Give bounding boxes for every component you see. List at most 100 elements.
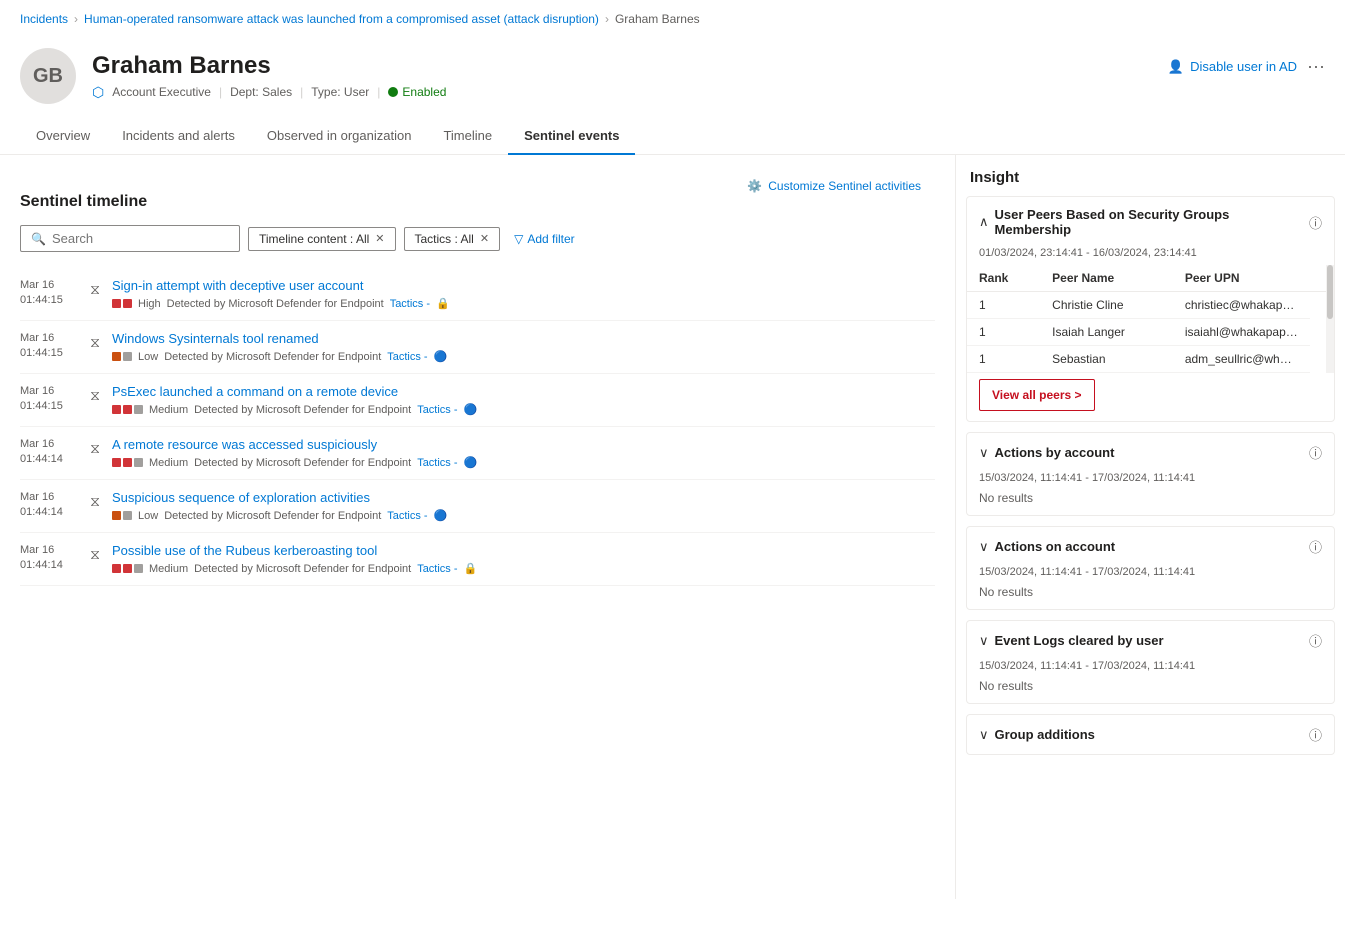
enabled-dot-icon — [388, 87, 398, 97]
org-icon: ⬡ — [92, 84, 104, 101]
table-row: Mar 1601:44:15 ⧖ Windows Sysinternals to… — [20, 321, 935, 374]
severity-label: Medium — [149, 563, 188, 575]
insight-card-actions-by-account-header[interactable]: ∨ Actions by account ⓘ — [967, 433, 1334, 472]
filter-chip-timeline[interactable]: Timeline content : All ✕ — [248, 227, 396, 251]
event-title[interactable]: Windows Sysinternals tool renamed — [112, 331, 935, 346]
col-peer-name: Peer Name — [1040, 265, 1173, 292]
alert-icon: 🔵 — [434, 350, 448, 363]
table-row: Mar 1601:44:14 ⧖ Possible use of the Rub… — [20, 533, 935, 586]
insight-panel: Insight ∧ User Peers Based on Security G… — [956, 155, 1345, 755]
tactics-link[interactable]: Tactics - — [417, 404, 457, 416]
event-title[interactable]: Possible use of the Rubeus kerberoasting… — [112, 543, 935, 558]
info-icon[interactable]: ⓘ — [1309, 537, 1322, 556]
info-icon[interactable]: ⓘ — [1309, 213, 1322, 232]
table-row: Mar 1601:44:15 ⧖ Sign-in attempt with de… — [20, 268, 935, 321]
event-icon: ⧖ — [86, 492, 104, 510]
insight-card-user-peers-date: 01/03/2024, 23:14:41 - 16/03/2024, 23:14… — [967, 247, 1334, 265]
user-role: Account Executive — [112, 85, 211, 99]
disable-user-icon: 👤 — [1168, 59, 1184, 75]
info-icon[interactable]: ⓘ — [1309, 443, 1322, 462]
severity-label: Medium — [149, 457, 188, 469]
customize-bar: ⚙️ Customize Sentinel activities — [20, 171, 935, 193]
filters-row: 🔍 Timeline content : All ✕ Tactics : All… — [20, 225, 935, 252]
search-box[interactable]: 🔍 — [20, 225, 240, 252]
add-filter-button[interactable]: ▽ Add filter — [508, 228, 581, 250]
filter-timeline-label: Timeline content : All — [259, 232, 369, 246]
tactics-link[interactable]: Tactics - — [417, 563, 457, 575]
tab-sentinel-events[interactable]: Sentinel events — [508, 118, 635, 155]
tactics-link[interactable]: Tactics - — [387, 351, 427, 363]
insight-card-user-peers-title: User Peers Based on Security Groups Memb… — [995, 207, 1303, 237]
filter-timeline-clear-icon[interactable]: ✕ — [375, 232, 384, 245]
event-title[interactable]: Sign-in attempt with deceptive user acco… — [112, 278, 935, 293]
breadcrumb-incident-title[interactable]: Human-operated ransomware attack was lau… — [84, 12, 599, 26]
event-title[interactable]: PsExec launched a command on a remote de… — [112, 384, 935, 399]
insight-card-actions-on-account-header[interactable]: ∨ Actions on account ⓘ — [967, 527, 1334, 566]
info-icon[interactable]: ⓘ — [1309, 631, 1322, 650]
insight-card-actions-by-account-date: 15/03/2024, 11:14:41 - 17/03/2024, 11:14… — [967, 472, 1334, 490]
event-title[interactable]: Suspicious sequence of exploration activ… — [112, 490, 935, 505]
alert-icon: 🔵 — [434, 509, 448, 522]
detected-by: Detected by Microsoft Defender for Endpo… — [164, 351, 381, 363]
tab-observed-org[interactable]: Observed in organization — [251, 118, 428, 155]
table-row: Mar 1601:44:14 ⧖ Suspicious sequence of … — [20, 480, 935, 533]
user-type: Type: User — [311, 85, 369, 99]
insight-card-user-peers-header[interactable]: ∧ User Peers Based on Security Groups Me… — [967, 197, 1334, 247]
scrollbar-thumb[interactable] — [1327, 265, 1333, 319]
table-row: Mar 1601:44:14 ⧖ A remote resource was a… — [20, 427, 935, 480]
breadcrumb: Incidents › Human-operated ransomware at… — [0, 0, 1345, 38]
scrollbar-track — [1326, 265, 1334, 373]
detected-by: Detected by Microsoft Defender for Endpo… — [194, 457, 411, 469]
tactics-link[interactable]: Tactics - — [387, 510, 427, 522]
alert-icon: 🔵 — [464, 403, 478, 416]
event-title[interactable]: A remote resource was accessed suspiciou… — [112, 437, 935, 452]
severity-label: Low — [138, 351, 158, 363]
left-panel: ⚙️ Customize Sentinel activities Sentine… — [0, 155, 955, 899]
tab-timeline[interactable]: Timeline — [427, 118, 508, 155]
alert-icon: 🔒 — [436, 297, 450, 310]
event-icon: ⧖ — [86, 280, 104, 298]
insight-card-actions-on-account-date: 15/03/2024, 11:14:41 - 17/03/2024, 11:14… — [967, 566, 1334, 584]
insight-card-actions-on-account: ∨ Actions on account ⓘ 15/03/2024, 11:14… — [966, 526, 1335, 610]
filter-chip-tactics[interactable]: Tactics : All ✕ — [404, 227, 501, 251]
insight-card-actions-by-account-title: Actions by account — [995, 445, 1303, 460]
tactics-link[interactable]: Tactics - — [390, 298, 430, 310]
tab-overview[interactable]: Overview — [20, 118, 106, 155]
chevron-up-icon: ∧ — [979, 214, 989, 230]
peers-table-container: Rank Peer Name Peer UPN 1 Christie Cline… — [967, 265, 1334, 373]
event-date: Mar 1601:44:15 — [20, 384, 78, 415]
event-date: Mar 1601:44:14 — [20, 543, 78, 574]
search-input[interactable] — [52, 231, 229, 246]
chevron-down-icon: ∨ — [979, 727, 989, 743]
col-rank: Rank — [967, 265, 1040, 292]
tab-incidents-alerts[interactable]: Incidents and alerts — [106, 118, 251, 155]
alert-icon: 🔒 — [464, 562, 478, 575]
more-options-button[interactable]: ··· — [1307, 56, 1325, 77]
view-all-peers-button[interactable]: View all peers > — [979, 379, 1095, 411]
tactics-link[interactable]: Tactics - — [417, 457, 457, 469]
severity-label: High — [138, 298, 161, 310]
customize-sentinel-button[interactable]: ⚙️ Customize Sentinel activities — [747, 179, 921, 193]
no-results-text: No results — [979, 491, 1033, 505]
table-row: 1 Sebastian adm_seullric@whaka... — [967, 346, 1334, 373]
peer-name-value: Isaiah Langer — [1040, 319, 1173, 346]
insight-card-user-peers: ∧ User Peers Based on Security Groups Me… — [966, 196, 1335, 422]
event-meta: Medium Detected by Microsoft Defender fo… — [112, 403, 935, 416]
table-row: 1 Christie Cline christiec@whakapapa... — [967, 292, 1334, 319]
peer-name-value: Sebastian — [1040, 346, 1173, 373]
disable-user-button[interactable]: 👤 Disable user in AD — [1168, 59, 1297, 75]
insight-card-event-logs: ∨ Event Logs cleared by user ⓘ 15/03/202… — [966, 620, 1335, 704]
filter-tactics-clear-icon[interactable]: ✕ — [480, 232, 489, 245]
insight-card-event-logs-header[interactable]: ∨ Event Logs cleared by user ⓘ — [967, 621, 1334, 660]
chevron-down-icon: ∨ — [979, 445, 989, 461]
detected-by: Detected by Microsoft Defender for Endpo… — [167, 298, 384, 310]
severity-indicator — [112, 352, 132, 361]
detected-by: Detected by Microsoft Defender for Endpo… — [164, 510, 381, 522]
main-area: ⚙️ Customize Sentinel activities Sentine… — [0, 155, 1345, 899]
no-results-actions-by-account: No results — [967, 490, 1334, 515]
info-icon[interactable]: ⓘ — [1309, 725, 1322, 744]
breadcrumb-incidents[interactable]: Incidents — [20, 12, 68, 26]
event-meta: Medium Detected by Microsoft Defender fo… — [112, 456, 935, 469]
alert-icon: 🔵 — [464, 456, 478, 469]
insight-card-group-additions-header[interactable]: ∨ Group additions ⓘ — [967, 715, 1334, 754]
